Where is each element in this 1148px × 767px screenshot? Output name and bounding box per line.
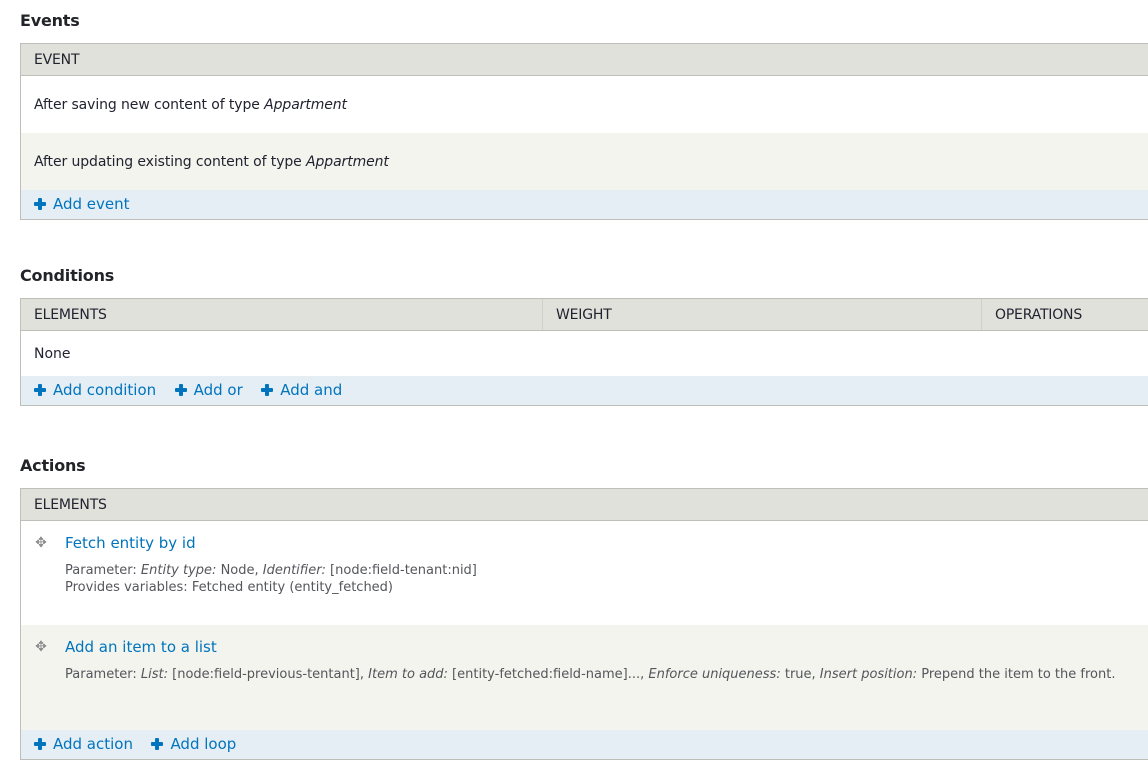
plus-icon	[261, 384, 274, 396]
column-header-event: EVENT	[20, 43, 1148, 76]
plus-icon	[174, 384, 187, 396]
actions-section: Actions ELEMENTS ✥ Fetch entity by id Pa…	[20, 456, 1148, 760]
drag-handle-icon[interactable]: ✥	[34, 536, 48, 550]
actions-footer: Add action Add loop	[20, 730, 1148, 760]
empty-text: None	[20, 330, 1148, 376]
action-description: Parameter: Entity type: Node, Identifier…	[65, 563, 477, 595]
add-condition-link[interactable]: Add condition	[34, 381, 156, 399]
conditions-heading: Conditions	[20, 266, 115, 285]
plus-icon	[34, 198, 46, 210]
table-row: ✥ Fetch entity by id Parameter: Entity t…	[20, 520, 1148, 625]
add-loop-link[interactable]: Add loop	[151, 735, 236, 753]
action-title-link[interactable]: Fetch entity by id	[65, 534, 196, 552]
event-content-type: Appartment	[264, 96, 347, 113]
event-text: After updating existing content of type	[34, 153, 307, 170]
plus-icon	[151, 738, 164, 750]
action-description: Parameter: List: [node:field-previous-te…	[65, 667, 1116, 682]
events-heading: Events	[20, 11, 80, 30]
conditions-table: ELEMENTS WEIGHT OPERATIONS None Add cond…	[20, 298, 1148, 406]
column-header-elements: ELEMENTS	[20, 298, 543, 331]
table-row: ✥ Add an item to a list Parameter: List:…	[20, 625, 1148, 730]
events-section: Events EVENT After saving new content of…	[20, 11, 1148, 220]
column-header-weight: WEIGHT	[542, 298, 982, 331]
table-row: After saving new content of type Appartm…	[20, 75, 1148, 133]
events-table: EVENT After saving new content of type A…	[20, 43, 1148, 220]
event-content-type: Appartment	[306, 153, 389, 170]
events-footer: Add event	[20, 190, 1148, 220]
event-text: After saving new content of type	[34, 96, 265, 113]
plus-icon	[34, 738, 46, 750]
column-header-elements: ELEMENTS	[20, 488, 1148, 521]
conditions-section: Conditions ELEMENTS WEIGHT OPERATIONS No…	[20, 266, 1148, 406]
table-row: None	[20, 330, 1148, 376]
table-row: After updating existing content of type …	[20, 133, 1148, 190]
add-or-link[interactable]: Add or	[174, 381, 243, 399]
add-and-link[interactable]: Add and	[261, 381, 342, 399]
add-action-link[interactable]: Add action	[34, 735, 133, 753]
actions-heading: Actions	[20, 456, 86, 475]
column-header-operations: OPERATIONS	[981, 298, 1148, 331]
provides-variables: Provides variables: Fetched entity (enti…	[65, 580, 394, 595]
drag-handle-icon[interactable]: ✥	[34, 640, 48, 654]
actions-table: ELEMENTS ✥ Fetch entity by id Parameter:…	[20, 488, 1148, 760]
conditions-footer: Add condition Add or Add and	[20, 376, 1148, 406]
plus-icon	[34, 384, 46, 396]
action-title-link[interactable]: Add an item to a list	[65, 638, 217, 656]
add-event-link[interactable]: Add event	[34, 195, 130, 213]
